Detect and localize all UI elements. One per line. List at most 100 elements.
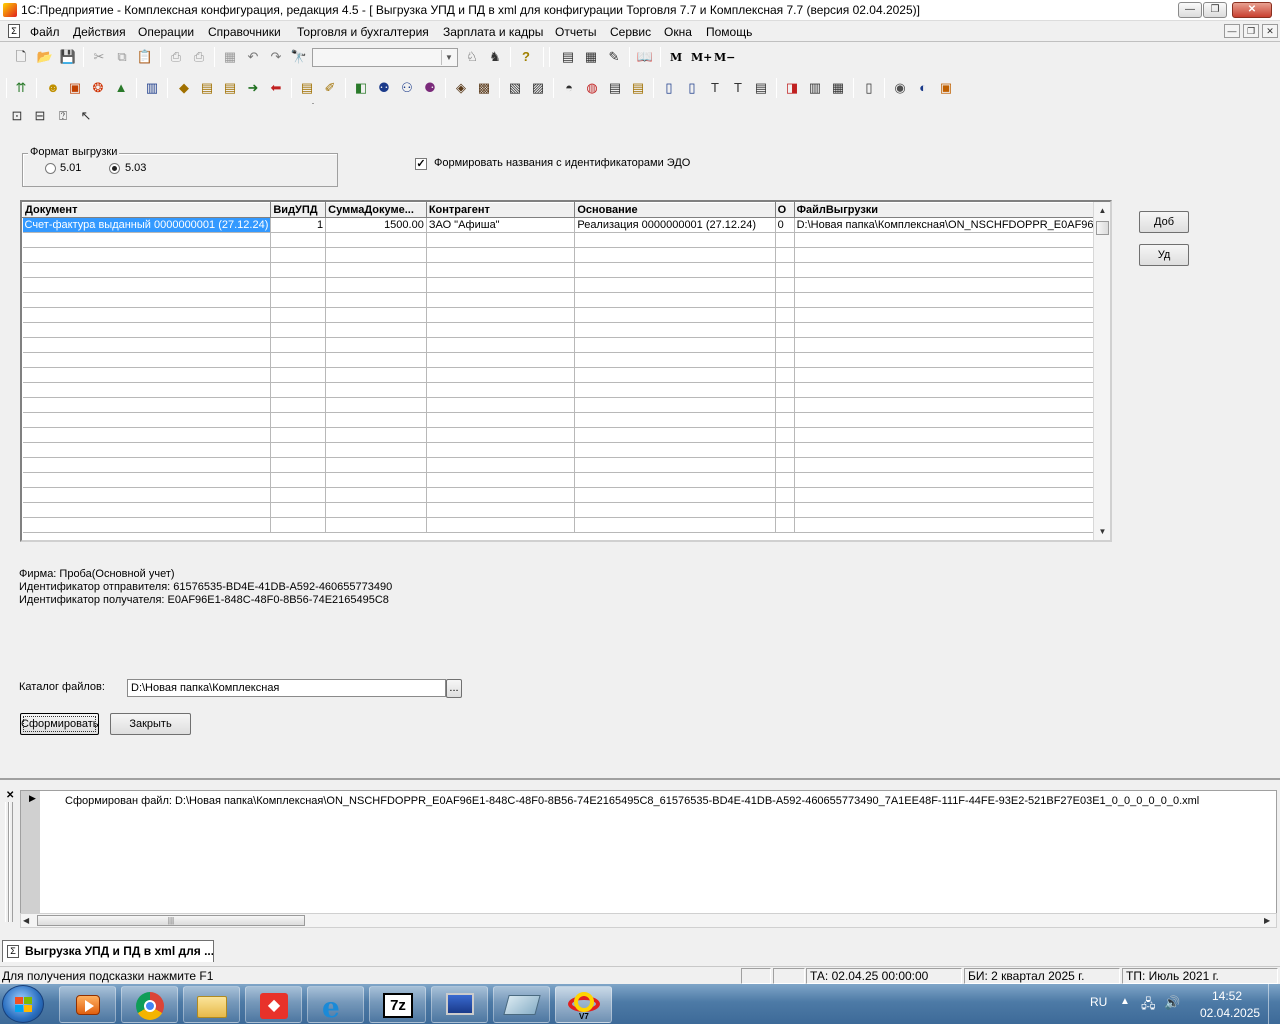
empty-cell[interactable] [775, 382, 795, 398]
messages-dock-handle[interactable] [4, 800, 16, 926]
empty-cell[interactable] [426, 262, 576, 278]
bank-icon[interactable]: ◧ [352, 79, 370, 97]
empty-cell[interactable] [325, 337, 427, 353]
print-icon[interactable]: ⎙ [167, 48, 185, 66]
doc-in-icon[interactable]: ➜ [244, 79, 262, 97]
empty-cell[interactable] [426, 472, 576, 488]
empty-cell[interactable] [794, 232, 1110, 248]
column-header-o[interactable]: О [774, 202, 795, 218]
empty-cell[interactable] [426, 502, 576, 518]
menu-help[interactable]: Помощь [706, 25, 752, 39]
table-row[interactable] [22, 307, 1110, 323]
open-folder-icon[interactable]: 📂 [36, 48, 54, 66]
taskbar-notepad[interactable] [493, 986, 550, 1023]
taskbar-remote[interactable] [431, 986, 488, 1023]
empty-cell[interactable] [775, 322, 795, 338]
empty-cell[interactable] [794, 292, 1110, 308]
ledger-icon[interactable]: ▥ [806, 79, 824, 97]
empty-cell[interactable] [22, 247, 272, 263]
format-radio-503[interactable] [109, 163, 120, 174]
search-combo-field[interactable]: ▼ [312, 48, 458, 67]
scroll-left-icon[interactable]: ◀ [23, 914, 29, 927]
calculator-icon[interactable]: ▤ [559, 48, 577, 66]
empty-cell[interactable] [426, 367, 576, 383]
empty-cell[interactable] [794, 397, 1110, 413]
catalog-icon[interactable]: ▩ [475, 79, 493, 97]
empty-cell[interactable] [22, 427, 272, 443]
table-row[interactable] [22, 232, 1110, 248]
empty-cell[interactable] [794, 502, 1110, 518]
empty-cell[interactable] [325, 232, 427, 248]
column-header-document[interactable]: Документ [22, 202, 272, 218]
empty-cell[interactable] [270, 382, 327, 398]
menu-references[interactable]: Справочники [208, 25, 281, 39]
empty-cell[interactable] [22, 517, 272, 533]
taskbar-ie[interactable]: e [307, 986, 364, 1024]
cut-icon[interactable]: ✂ [90, 48, 108, 66]
empty-cell[interactable] [22, 292, 272, 308]
table-row[interactable] [22, 397, 1110, 413]
memory-m-button[interactable]: M [670, 51, 682, 64]
empty-cell[interactable] [22, 382, 272, 398]
journal-icon[interactable]: ▣ [66, 79, 84, 97]
column-header-amount[interactable]: СуммаДокуме... [325, 202, 427, 218]
save-icon[interactable]: 💾 [59, 48, 77, 66]
generate-button[interactable]: Сформировать [20, 713, 99, 735]
empty-cell[interactable] [22, 337, 272, 353]
analysis-icon[interactable]: ▦ [829, 79, 847, 97]
maximize-button[interactable]: ❐ [1203, 2, 1227, 18]
cell-counterparty[interactable]: ЗАО "Афиша" [426, 217, 576, 233]
menu-reports[interactable]: Отчеты [555, 25, 596, 39]
empty-cell[interactable] [794, 427, 1110, 443]
empty-cell[interactable] [775, 367, 795, 383]
empty-cell[interactable] [22, 502, 272, 518]
find-next-icon[interactable]: ♘ [463, 48, 481, 66]
network-icon[interactable]: 🖧 [1141, 995, 1156, 1017]
empty-cell[interactable] [325, 247, 427, 263]
empty-cell[interactable] [794, 337, 1110, 353]
empty-cell[interactable] [794, 412, 1110, 428]
form-design-icon[interactable]: ⊡ [8, 107, 26, 125]
empty-cell[interactable] [426, 247, 576, 263]
empty-cell[interactable] [22, 367, 272, 383]
empty-cell[interactable] [794, 247, 1110, 263]
clock-time[interactable]: 14:52 [1212, 989, 1242, 1003]
book-icon[interactable]: 📖 [636, 48, 654, 66]
empty-cell[interactable] [22, 307, 272, 323]
table-row[interactable] [22, 517, 1110, 533]
menu-file[interactable]: Файл [30, 25, 60, 39]
scroll-up-icon[interactable]: ▲ [1094, 202, 1110, 219]
taskbar-7zip[interactable]: 7z [369, 986, 426, 1023]
cell-o[interactable]: 0 [775, 217, 795, 233]
empty-cell[interactable] [574, 472, 776, 488]
menu-payroll[interactable]: Зарплата и кадры [443, 25, 543, 39]
empty-cell[interactable] [22, 322, 272, 338]
doc-edit-icon[interactable]: ✐ [321, 79, 339, 97]
column-header-basis[interactable]: Основание [574, 202, 776, 218]
empty-cell[interactable] [426, 397, 576, 413]
taskbar-explorer[interactable] [183, 986, 240, 1023]
find-binoculars-icon[interactable]: 🔭 [290, 48, 308, 66]
undo-icon[interactable]: ↶ [244, 48, 262, 66]
empty-cell[interactable] [775, 487, 795, 503]
empty-cell[interactable] [794, 322, 1110, 338]
empty-cell[interactable] [22, 397, 272, 413]
empty-cell[interactable] [426, 277, 576, 293]
cell-basis[interactable]: Реализация 0000000001 (27.12.24) [574, 217, 776, 233]
empty-cell[interactable] [426, 487, 576, 503]
exit-door-icon[interactable]: ◨ [783, 79, 801, 97]
empty-cell[interactable] [574, 427, 776, 443]
empty-cell[interactable] [574, 382, 776, 398]
empty-cell[interactable] [325, 517, 427, 533]
menu-windows[interactable]: Окна [664, 25, 692, 39]
empty-cell[interactable] [325, 307, 427, 323]
empty-cell[interactable] [574, 367, 776, 383]
empty-cell[interactable] [794, 517, 1110, 533]
empty-cell[interactable] [794, 382, 1110, 398]
empty-cell[interactable] [775, 472, 795, 488]
empty-cell[interactable] [775, 457, 795, 473]
empty-cell[interactable] [325, 262, 427, 278]
paste-icon[interactable]: 📋 [136, 48, 154, 66]
table-row[interactable] [22, 457, 1110, 473]
cell-document[interactable]: Счет-фактура выданный 0000000001 (27.12.… [22, 217, 272, 233]
